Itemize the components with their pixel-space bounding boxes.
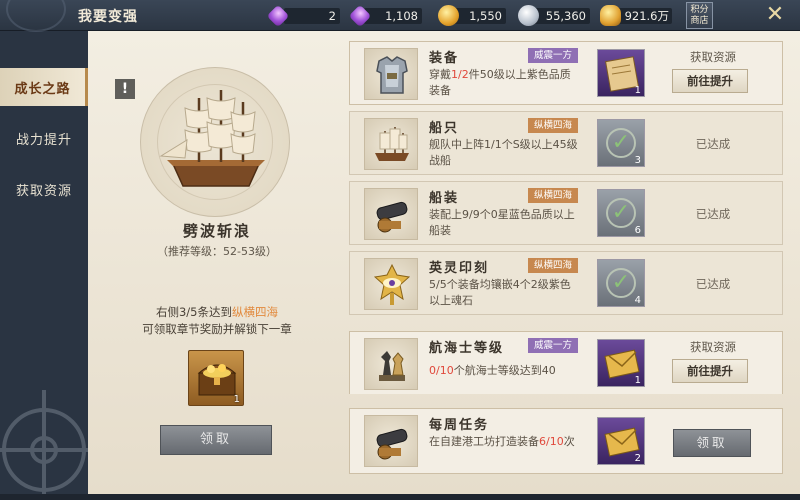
weekly-reward-item[interactable]: 2 (597, 417, 645, 465)
currency-ingot-value: 921.6万 (624, 9, 669, 23)
compass-emblem-icon (6, 0, 66, 32)
task-description: 穿戴1/2件50级以上紫色品质装备 (429, 67, 579, 99)
top-bar: 我要变强 2 1,108 1,550 55,360 921.6万 积分商店 ✕ (0, 0, 800, 32)
cannon-icon (376, 428, 408, 460)
get-resources-link[interactable]: 获取资源 (668, 49, 758, 65)
task-name: 船装 (429, 191, 460, 206)
desc-text: 次 (563, 435, 575, 448)
task-tier-tag: 纵横四海 (528, 118, 578, 133)
task-reward-item[interactable]: ✓ 3 (597, 119, 645, 167)
sailing-ship-icon (375, 127, 409, 161)
task-name: 装备 (429, 51, 460, 66)
recommended-level: （推荐等级：52-53级） (157, 245, 277, 258)
chapter-area: ! 劈波斩浪 （推荐等级：52-53级） 右侧3/5条达到纵横四海 可领取章节奖… (88, 31, 346, 494)
page-title: 我要变强 (78, 9, 138, 25)
task-icon-frame (364, 188, 418, 240)
condition-unlock-text: 可领取章节奖励并解锁下一章 (142, 322, 292, 336)
info-icon[interactable]: ! (115, 79, 135, 99)
weekly-task: 每周任务 在自建港工坊打造装备6/10次 2 领取 (349, 408, 783, 474)
desc-progress: 6/10 (539, 435, 564, 448)
item-count: 3 (634, 155, 641, 166)
task-icon-frame (364, 338, 418, 390)
chapter-reward-condition: 右侧3/5条达到纵横四海 可领取章节奖励并解锁下一章 (88, 304, 346, 338)
golden-eye-emblem-icon (373, 263, 411, 305)
desc-text: 个航海士等级达到40 (453, 364, 556, 377)
task-item-navigator-level: 航海士等级 威震一方 0/10个航海士等级达到40 1 获取资源 前往提升 (349, 331, 783, 394)
task-icon-frame (364, 258, 418, 310)
task-item-equipment: 装备 威震一方 穿戴1/2件50级以上紫色品质装备 1 获取资源 前往提升 (349, 41, 783, 105)
get-resources-link[interactable]: 获取资源 (668, 339, 758, 355)
galleon-ship-icon (159, 90, 265, 187)
task-reward-item[interactable]: 1 (597, 339, 645, 387)
currency-bound-diamond-value: 1,108 (385, 9, 418, 23)
cannon-icon (376, 201, 408, 233)
task-item-ship: 船只 纵横四海 舰队中上阵1/1个S级以上45级战船 ✓ 3 已达成 (349, 111, 783, 175)
tab-get-resources[interactable]: 获取资源 (0, 170, 88, 208)
currency-gold-value: 1,550 (469, 9, 502, 23)
task-description: 0/10个航海士等级达到40 (429, 363, 589, 379)
task-description: 装配上9/9个0星蓝色品质以上船装 (429, 208, 575, 237)
condition-text: 右侧 (155, 305, 179, 319)
weekly-claim-button[interactable]: 领取 (673, 429, 751, 457)
task-icon-frame (364, 118, 418, 170)
task-reward-item[interactable]: 1 (597, 49, 645, 97)
chapter-claim-button[interactable]: 领取 (160, 425, 272, 455)
item-count: 2 (634, 453, 641, 464)
tab-growth-path[interactable]: 成长之路 (0, 68, 88, 106)
desc-text: 在自建港工坊打造装备 (429, 435, 539, 448)
points-shop-button[interactable]: 积分商店 (686, 2, 713, 29)
go-upgrade-button[interactable]: 前往提升 (672, 69, 748, 93)
item-count: 1 (634, 85, 641, 96)
condition-tier: 纵横四海 (232, 305, 278, 319)
currency-silver-value: 55,360 (545, 9, 586, 23)
item-count: 4 (634, 295, 641, 306)
condition-progress: 3/5 (178, 305, 198, 319)
currency-diamond-value: 2 (328, 9, 336, 23)
chapter-name: 劈波斩浪 (182, 222, 251, 240)
task-list[interactable]: 装备 威震一方 穿戴1/2件50级以上紫色品质装备 1 获取资源 前往提升 船只… (346, 39, 788, 394)
task-tier-tag: 纵横四海 (528, 188, 578, 203)
task-tier-tag: 威震一方 (528, 338, 578, 353)
task-description: 5/5个装备均镶嵌4个2级紫色以上魂石 (429, 278, 571, 307)
item-count: 1 (634, 375, 641, 386)
task-item-ship-equipment: 船装 纵横四海 装配上9/9个0星蓝色品质以上船装 ✓ 6 已达成 (349, 181, 783, 245)
claimed-check-icon: ✓ (606, 198, 636, 228)
claimed-check-icon: ✓ (606, 268, 636, 298)
chess-pieces-icon (379, 351, 405, 381)
task-status-done: 已达成 (695, 137, 731, 151)
task-name: 船只 (429, 121, 460, 136)
desc-progress: 1/2 (451, 68, 469, 81)
task-icon-frame (364, 48, 418, 100)
task-reward-item[interactable]: ✓ 6 (597, 189, 645, 237)
chapter-reward-chest[interactable]: 1 (188, 350, 244, 406)
bottom-edge (0, 494, 800, 500)
task-icon-frame (364, 415, 418, 467)
desc-progress: 0/10 (429, 364, 454, 377)
close-x-icon[interactable]: ✕ (763, 4, 787, 28)
task-reward-item[interactable]: ✓ 4 (597, 259, 645, 307)
go-upgrade-button[interactable]: 前往提升 (672, 359, 748, 383)
item-count: 1 (233, 394, 240, 405)
claimed-check-icon: ✓ (606, 128, 636, 158)
task-name: 英灵印刻 (429, 261, 490, 276)
chapter-ship-frame (140, 67, 290, 217)
task-status-done: 已达成 (695, 207, 731, 221)
desc-text: 穿戴 (429, 68, 451, 81)
task-item-spirit-engrave: 英灵印刻 纵横四海 5/5个装备均镶嵌4个2级紫色以上魂石 ✓ 4 已达成 (349, 251, 783, 315)
tab-power-up[interactable]: 战力提升 (0, 119, 88, 157)
main-panel: ! 劈波斩浪 （推荐等级：52-53级） 右侧3/5条达到纵横四海 可领取章节奖… (88, 31, 800, 494)
condition-text: 条达到 (197, 305, 233, 319)
weekly-task-description: 在自建港工坊打造装备6/10次 (429, 434, 589, 450)
task-name: 航海士等级 (429, 341, 505, 356)
task-tier-tag: 威震一方 (528, 48, 578, 63)
item-count: 6 (634, 225, 641, 236)
armor-icon (376, 56, 408, 94)
weekly-task-name: 每周任务 (429, 418, 490, 433)
task-description: 舰队中上阵1/1个S级以上45级战船 (429, 138, 578, 167)
task-tier-tag: 纵横四海 (528, 258, 578, 273)
ship-wheel-decoration-icon (0, 390, 88, 498)
task-status-done: 已达成 (695, 277, 731, 291)
